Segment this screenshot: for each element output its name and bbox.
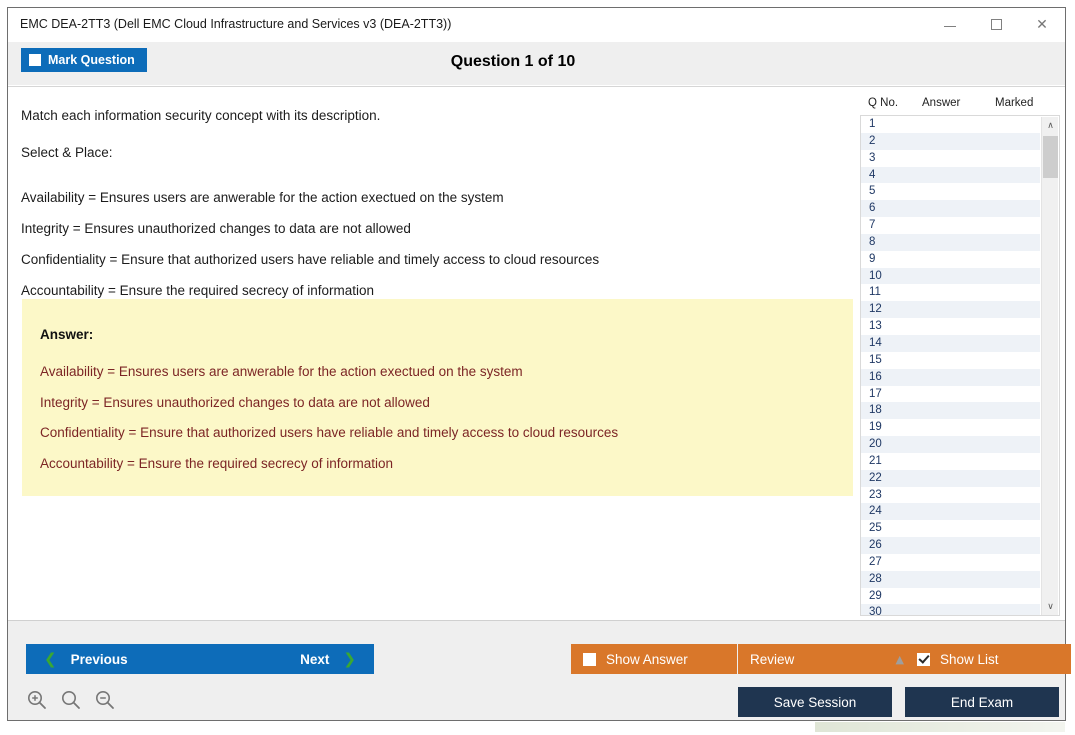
question-list-row[interactable]: 7 [861, 217, 1040, 234]
zoom-out-icon[interactable] [94, 689, 116, 711]
next-button-label: Next [300, 652, 329, 667]
save-session-label: Save Session [774, 695, 857, 710]
minimize-icon [944, 26, 956, 27]
question-list-row[interactable]: 26 [861, 537, 1040, 554]
question-pair: Availability = Ensures users are anwerab… [21, 182, 853, 213]
question-list-header: Q No. Answer Marked [860, 92, 1060, 116]
column-header-qno: Q No. [868, 97, 898, 109]
review-label: Review [750, 652, 794, 667]
answer-panel: Answer: Availability = Ensures users are… [22, 299, 853, 496]
close-button[interactable]: ✕ [1019, 8, 1065, 41]
answer-line: Accountability = Ensure the required sec… [40, 449, 841, 480]
show-answer-checkbox[interactable] [583, 653, 596, 666]
chevron-right-icon: ❯ [343, 652, 356, 667]
save-session-button[interactable]: Save Session [738, 687, 892, 717]
question-list-row[interactable]: 1 [861, 116, 1040, 133]
question-list-panel: Q No. Answer Marked 12345678910111213141… [860, 92, 1060, 616]
title-bar: EMC DEA-2TT3 (Dell EMC Cloud Infrastruct… [8, 8, 1065, 42]
screen-edge-tint [815, 722, 1065, 732]
question-list-row[interactable]: 17 [861, 386, 1040, 403]
question-list-row[interactable]: 15 [861, 352, 1040, 369]
question-list-row[interactable]: 2 [861, 133, 1040, 150]
question-list-rows: 1234567891011121314151617181920212223242… [861, 116, 1040, 616]
question-list-row[interactable]: 20 [861, 436, 1040, 453]
question-pair: Confidentiality = Ensure that authorized… [21, 244, 853, 275]
scrollbar-thumb[interactable] [1043, 136, 1058, 178]
question-list-row[interactable]: 29 [861, 588, 1040, 605]
end-exam-button[interactable]: End Exam [905, 687, 1059, 717]
maximize-button[interactable] [973, 8, 1019, 41]
content-area: Match each information security concept … [8, 86, 1065, 620]
chevron-left-icon: ❮ [44, 652, 57, 667]
scroll-up-icon[interactable]: ∧ [1042, 117, 1059, 134]
question-list-row[interactable]: 24 [861, 503, 1040, 520]
question-list-row[interactable]: 25 [861, 520, 1040, 537]
maximize-icon [991, 19, 1002, 30]
question-list-scroll-area: 1234567891011121314151617181920212223242… [860, 116, 1060, 616]
previous-button[interactable]: ❮ Previous [26, 644, 200, 674]
zoom-reset-icon[interactable] [60, 689, 82, 711]
next-button[interactable]: Next ❯ [200, 644, 374, 674]
minimize-button[interactable] [927, 8, 973, 41]
review-dropdown-button[interactable]: Review ▲ [738, 644, 916, 674]
zoom-controls [26, 689, 116, 711]
question-list-row[interactable]: 5 [861, 183, 1040, 200]
show-list-label: Show List [940, 652, 999, 667]
question-list-row[interactable]: 4 [861, 167, 1040, 184]
question-list-row[interactable]: 16 [861, 369, 1040, 386]
show-list-button[interactable]: Show List [905, 644, 1071, 674]
exam-window: EMC DEA-2TT3 (Dell EMC Cloud Infrastruct… [7, 7, 1066, 721]
previous-button-label: Previous [71, 652, 128, 667]
show-answer-label: Show Answer [606, 652, 688, 667]
show-answer-button[interactable]: Show Answer [571, 644, 737, 674]
question-prompt: Match each information security concept … [21, 109, 853, 123]
question-body: Match each information security concept … [21, 87, 853, 306]
question-list-row[interactable]: 22 [861, 470, 1040, 487]
question-list-row[interactable]: 11 [861, 284, 1040, 301]
column-header-answer: Answer [922, 97, 960, 109]
scroll-down-icon[interactable]: ∨ [1042, 598, 1059, 615]
question-list-scrollbar[interactable]: ∧ ∨ [1041, 117, 1058, 615]
question-list-row[interactable]: 6 [861, 200, 1040, 217]
question-list-row[interactable]: 19 [861, 419, 1040, 436]
question-list-row[interactable]: 18 [861, 402, 1040, 419]
question-pairs-list: Availability = Ensures users are anwerab… [21, 182, 853, 306]
end-exam-label: End Exam [951, 695, 1013, 710]
question-counter: Question 1 of 10 [8, 53, 1018, 71]
question-list-row[interactable]: 12 [861, 301, 1040, 318]
show-list-checkbox[interactable] [917, 653, 930, 666]
question-list-row[interactable]: 30 [861, 604, 1040, 616]
select-and-place-label: Select & Place: [21, 146, 853, 160]
question-header-bar: Mark Question Question 1 of 10 [8, 42, 1065, 86]
answer-line: Availability = Ensures users are anwerab… [40, 357, 841, 388]
question-list-row[interactable]: 3 [861, 150, 1040, 167]
answer-panel-title: Answer: [40, 327, 93, 342]
close-icon: ✕ [1036, 18, 1048, 32]
question-list-row[interactable]: 21 [861, 453, 1040, 470]
question-list-row[interactable]: 8 [861, 234, 1040, 251]
zoom-in-icon[interactable] [26, 689, 48, 711]
window-title: EMC DEA-2TT3 (Dell EMC Cloud Infrastruct… [20, 17, 451, 31]
question-list-row[interactable]: 13 [861, 318, 1040, 335]
question-list-row[interactable]: 27 [861, 554, 1040, 571]
question-list-row[interactable]: 28 [861, 571, 1040, 588]
question-pair: Integrity = Ensures unauthorized changes… [21, 213, 853, 244]
bottom-toolbar: ❮ Previous Next ❯ Show Answer Review ▲ S… [8, 620, 1065, 720]
question-list-row[interactable]: 9 [861, 251, 1040, 268]
chevron-up-icon: ▲ [896, 654, 904, 665]
answer-panel-lines: Availability = Ensures users are anwerab… [40, 357, 841, 479]
column-header-marked: Marked [995, 97, 1033, 109]
question-list-row[interactable]: 14 [861, 335, 1040, 352]
question-list-row[interactable]: 10 [861, 268, 1040, 285]
answer-line: Confidentiality = Ensure that authorized… [40, 418, 841, 449]
question-list-row[interactable]: 23 [861, 487, 1040, 504]
answer-line: Integrity = Ensures unauthorized changes… [40, 388, 841, 419]
